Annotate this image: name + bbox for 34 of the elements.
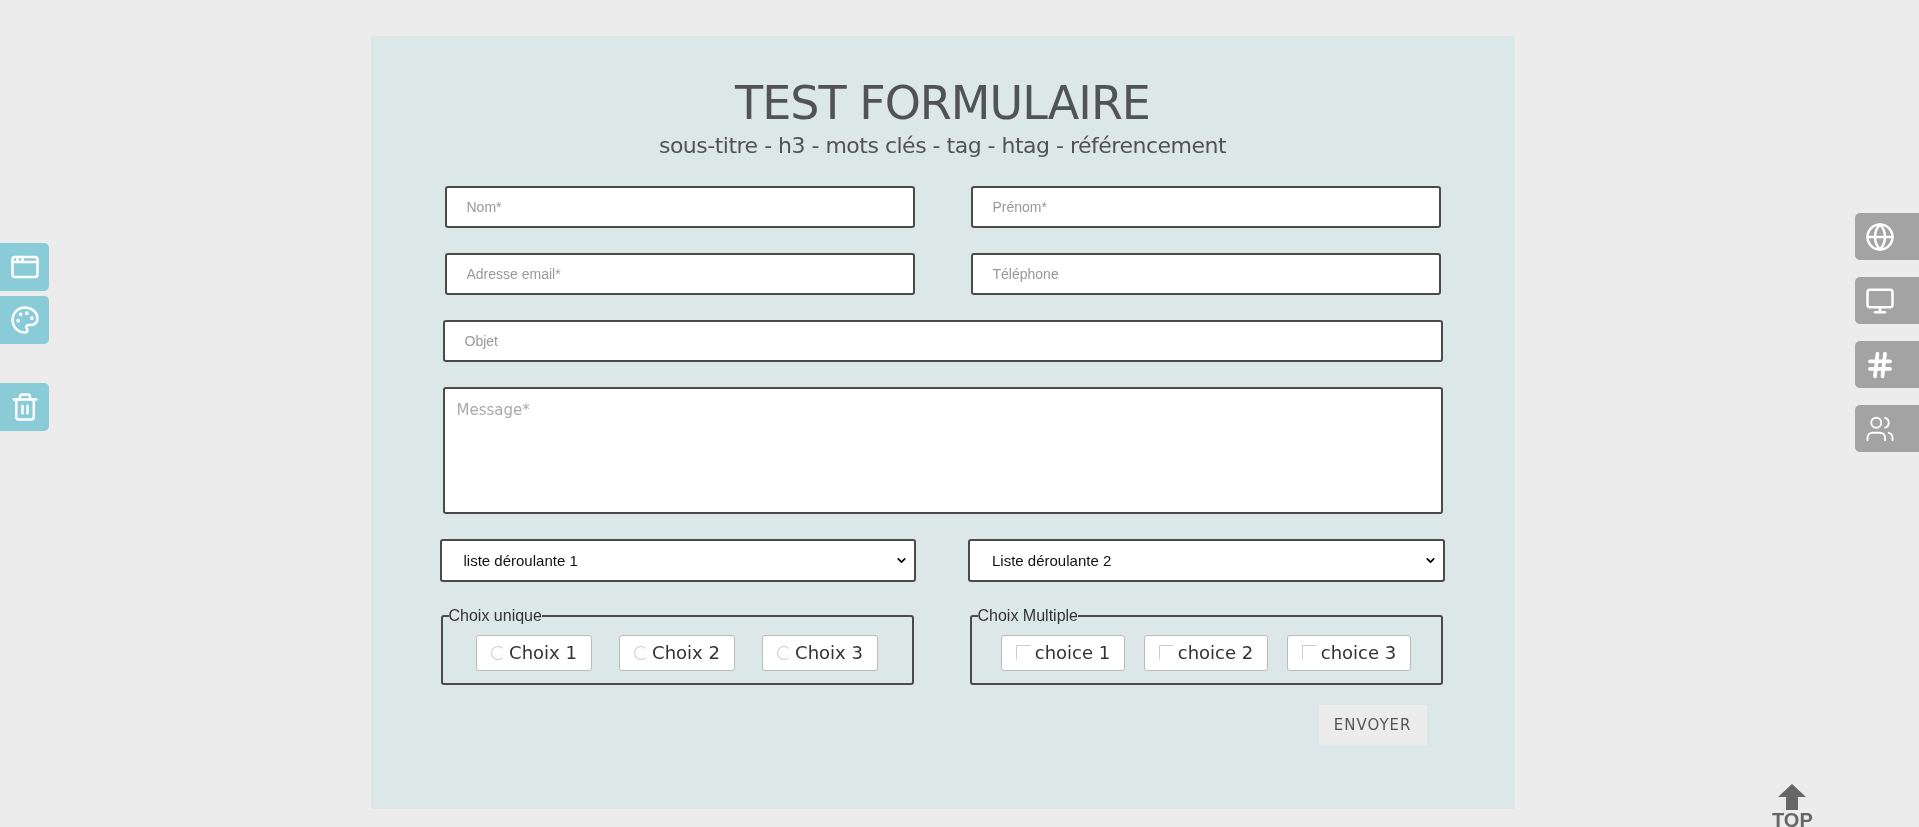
palette-button[interactable]	[0, 296, 49, 344]
back-to-top-link[interactable]: TOP	[1772, 784, 1813, 827]
form-title: TEST FORMULAIRE	[734, 78, 1151, 129]
group-legend: Choix unique	[448, 606, 542, 625]
choice-option[interactable]: Choix 1	[476, 634, 592, 671]
choice-option[interactable]: Choix 3	[762, 634, 878, 671]
dropdown-select[interactable]: liste déroulante 1	[439, 538, 916, 582]
text-field[interactable]: Prénom*	[970, 185, 1441, 228]
text-field[interactable]: Téléphone	[970, 252, 1441, 295]
text-field[interactable]: Nom*	[444, 185, 915, 228]
choice-option[interactable]: choice 3	[1286, 634, 1412, 671]
web-button[interactable]	[1855, 213, 1919, 260]
hashtag-button[interactable]	[1855, 341, 1919, 388]
message-field[interactable]: Message*	[442, 386, 1443, 514]
choice-option[interactable]: choice 2	[1143, 634, 1269, 671]
up-arrow-icon	[1778, 784, 1807, 810]
choice-option[interactable]: choice 1	[1000, 634, 1126, 671]
delete-button[interactable]	[0, 383, 49, 431]
text-field[interactable]: Adresse email*	[444, 252, 915, 295]
computer-button[interactable]	[1855, 277, 1919, 324]
hashtag-icon	[1865, 349, 1895, 380]
globe-icon	[1865, 221, 1895, 252]
dropdown-select[interactable]: Liste déroulante 2	[968, 538, 1445, 582]
text-field[interactable]: Objet	[442, 319, 1443, 362]
form-subtitle: sous-titre - h3 - mots clés - tag - htag - référencement	[657, 132, 1228, 158]
code-editor-button[interactable]	[0, 243, 49, 291]
radio-button[interactable]	[777, 645, 792, 660]
team-button[interactable]	[1855, 405, 1919, 452]
radio-button[interactable]	[634, 645, 649, 660]
choice-option[interactable]: Choix 2	[619, 634, 735, 671]
submit-button[interactable]: ENVOYER	[1318, 704, 1427, 745]
radio-button[interactable]	[491, 645, 506, 660]
palette-icon	[9, 305, 40, 335]
group-legend: Choix Multiple	[977, 606, 1078, 625]
